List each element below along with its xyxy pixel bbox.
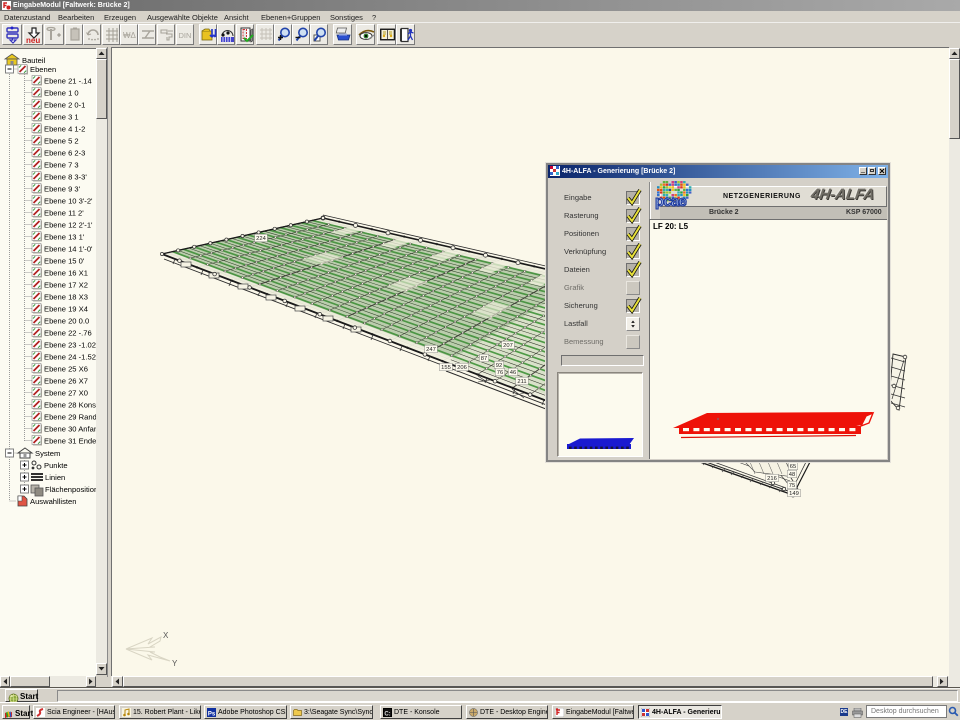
svg-text:247: 247: [426, 347, 436, 353]
svg-text:207: 207: [503, 343, 513, 349]
svg-text:C:: C:: [384, 712, 390, 718]
svg-text:46: 46: [510, 370, 516, 376]
svg-text:155: 155: [441, 365, 451, 371]
svg-text:48: 48: [789, 472, 795, 478]
svg-text:Y: Y: [172, 659, 178, 668]
svg-text:Ps: Ps: [208, 712, 216, 718]
svg-text:76: 76: [497, 370, 503, 376]
svg-text:211: 211: [517, 379, 526, 385]
svg-text:75: 75: [789, 483, 795, 489]
svg-text:149: 149: [789, 491, 799, 497]
svg-text:206: 206: [457, 365, 467, 371]
svg-text:65: 65: [790, 464, 796, 470]
svg-text:224: 224: [256, 236, 266, 242]
svg-text:X: X: [163, 631, 169, 640]
svg-text:216: 216: [767, 476, 777, 482]
svg-text:87: 87: [481, 356, 487, 362]
